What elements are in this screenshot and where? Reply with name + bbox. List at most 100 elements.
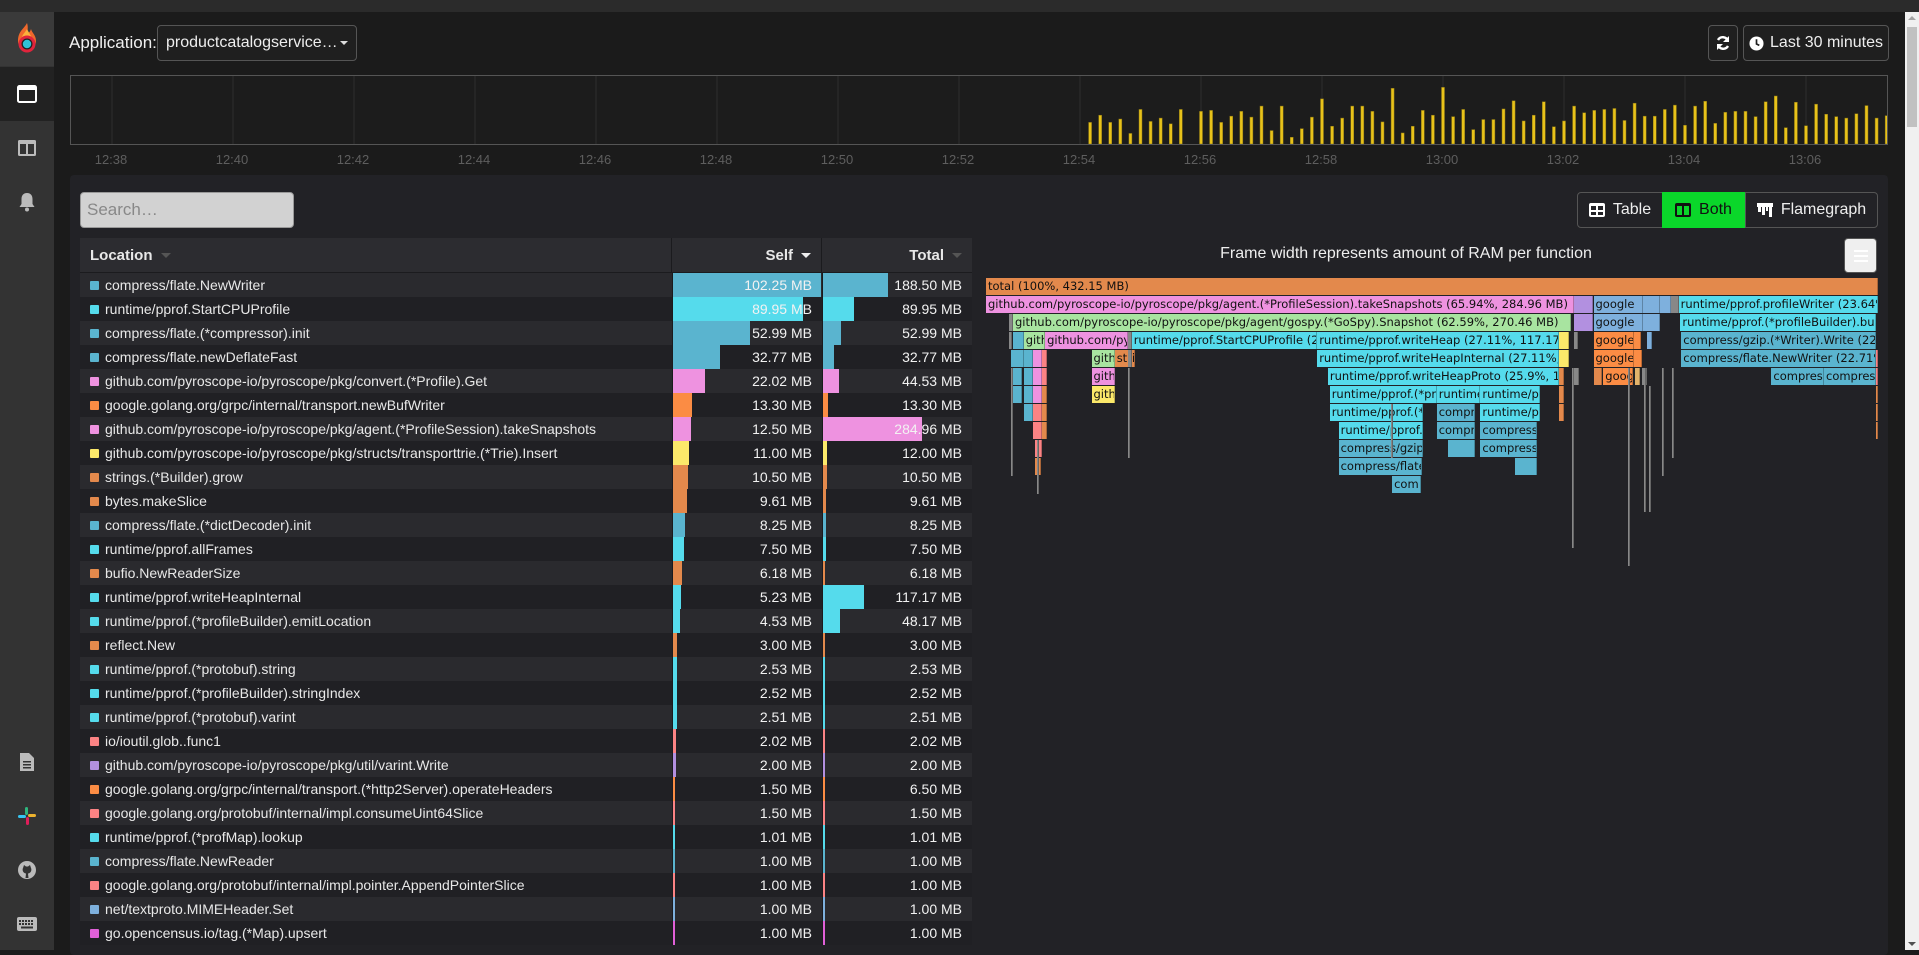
flame-frame[interactable]: total (100%, 432.15 MB) xyxy=(986,278,1878,295)
timeline-bar[interactable] xyxy=(1169,123,1173,144)
flame-frame[interactable] xyxy=(1634,368,1640,385)
flame-frame[interactable]: runtime/pprof.writeHeap (27.11%, 117.17 … xyxy=(1317,332,1559,349)
table-row[interactable]: runtime/pprof.allFrames 7.50 MB 7.50 MB xyxy=(80,537,972,561)
flame-frame-thin[interactable] xyxy=(1571,368,1574,440)
timeline-bar[interactable] xyxy=(1098,114,1102,144)
table-row[interactable]: bufio.NewReaderSize 6.18 MB 6.18 MB xyxy=(80,561,972,585)
flame-frame[interactable] xyxy=(1875,404,1878,421)
timeline-bar[interactable] xyxy=(1592,110,1596,144)
flame-frame[interactable] xyxy=(1593,368,1603,385)
flame-frame[interactable]: compress/flate.NewWriter xyxy=(1338,458,1422,475)
table-row[interactable]: go.opencensus.io/tag.(*Map).upsert 1.00 M… xyxy=(80,921,972,945)
timeline-bar[interactable] xyxy=(1733,111,1738,144)
flame-frame-thin[interactable] xyxy=(1011,368,1014,476)
timeline-bar[interactable] xyxy=(1874,117,1879,144)
view-both-button[interactable]: Both xyxy=(1662,192,1745,228)
sidebar-item-shortcuts[interactable] xyxy=(0,897,54,951)
flame-frame-thin[interactable] xyxy=(1391,404,1394,458)
timeline-bar[interactable] xyxy=(1249,116,1254,144)
table-row[interactable]: github.com/pyroscope-io/pyroscope/pkg/st… xyxy=(80,441,972,465)
flame-frame[interactable] xyxy=(1660,296,1672,313)
timeline-bar[interactable] xyxy=(1360,105,1365,144)
column-header-total[interactable]: Total xyxy=(822,238,972,272)
scroll-down-icon[interactable] xyxy=(1908,942,1916,946)
view-table-button[interactable]: Table xyxy=(1577,192,1663,228)
flame-frame[interactable] xyxy=(1032,422,1042,439)
flame-frame-thin[interactable] xyxy=(1037,440,1040,494)
scrollbar-thumb[interactable] xyxy=(1907,27,1917,127)
timeline-bar[interactable] xyxy=(1088,122,1092,144)
flame-frame[interactable]: compress/gzip.( xyxy=(1338,440,1424,457)
timeline-bar[interactable] xyxy=(1683,125,1687,144)
timeline-bar[interactable] xyxy=(1259,105,1264,144)
flame-frame-thin[interactable] xyxy=(1128,368,1131,458)
flame-frame[interactable] xyxy=(1647,332,1652,349)
page-scrollbar[interactable] xyxy=(1905,12,1919,950)
timeline-bar[interactable] xyxy=(1753,116,1758,144)
timeline-bar[interactable] xyxy=(1794,101,1798,144)
table-row[interactable]: runtime/pprof.(*protobuf).varint 2.51 MB 2… xyxy=(80,705,972,729)
flame-frame[interactable] xyxy=(1642,296,1661,313)
timeline-bar[interactable] xyxy=(1612,108,1617,144)
timeline-bar[interactable] xyxy=(1199,111,1203,144)
timeline-bar[interactable] xyxy=(1763,101,1768,144)
timeline-bar[interactable] xyxy=(1723,112,1728,144)
column-header-location[interactable]: Location xyxy=(80,238,672,272)
timeline-bar[interactable] xyxy=(1784,127,1788,144)
timeline-chart[interactable] xyxy=(70,75,1888,145)
timeline-bar[interactable] xyxy=(1713,123,1717,144)
sidebar-item-comparison-view[interactable] xyxy=(0,121,54,175)
flame-frame-thin[interactable] xyxy=(1644,368,1647,512)
sidebar-item-slack[interactable] xyxy=(0,789,54,843)
timeline-bar[interactable] xyxy=(1380,121,1385,144)
flame-frame[interactable] xyxy=(1013,386,1022,403)
view-flamegraph-button[interactable]: Flamegraph xyxy=(1745,192,1878,228)
flame-frame[interactable] xyxy=(1011,350,1024,367)
flame-frame[interactable] xyxy=(1448,440,1476,457)
flame-frame[interactable] xyxy=(1559,404,1565,421)
timeline-bar[interactable] xyxy=(1632,102,1637,144)
timeline-bar[interactable] xyxy=(1411,125,1415,144)
flame-frame[interactable]: google xyxy=(1593,296,1643,313)
timeline-bar[interactable] xyxy=(1673,104,1677,144)
timeline-bar[interactable] xyxy=(1521,120,1526,144)
flame-frame[interactable] xyxy=(1041,368,1047,385)
flame-frame[interactable] xyxy=(1041,386,1047,403)
timeline-bar[interactable] xyxy=(1844,117,1849,144)
sidebar-item-single-view[interactable] xyxy=(0,67,54,121)
flame-frame[interactable] xyxy=(1032,350,1042,367)
table-row[interactable]: net/textproto.MIMEHeader.Set 1.00 MB 1.00 … xyxy=(80,897,972,921)
timeline-bar[interactable] xyxy=(1582,112,1586,144)
flame-frame[interactable] xyxy=(1008,332,1013,349)
flame-frame[interactable]: compress xyxy=(1436,422,1476,439)
timeline-bar[interactable] xyxy=(1602,109,1607,144)
sidebar-item-alerts[interactable] xyxy=(0,175,54,229)
flame-frame[interactable] xyxy=(1032,404,1042,421)
timeline-bar[interactable] xyxy=(1269,130,1274,144)
timeline-bar[interactable] xyxy=(1128,133,1133,144)
table-row[interactable]: strings.(*Builder).grow 10.50 MB 10.50 MB xyxy=(80,465,972,489)
flame-frame[interactable]: github.com/pyroscope-io/pyroscope/pkg/ag… xyxy=(1013,314,1572,331)
timeline-bar[interactable] xyxy=(1370,111,1375,144)
flame-frame[interactable]: compress/flate xyxy=(1480,440,1538,457)
timeline-bar[interactable] xyxy=(1350,105,1354,144)
flame-frame[interactable]: stri xyxy=(1114,350,1136,367)
timeline-bar[interactable] xyxy=(1461,109,1465,144)
flame-frame[interactable] xyxy=(1008,314,1014,331)
flame-frame[interactable] xyxy=(1574,296,1594,313)
flame-frame[interactable] xyxy=(1642,314,1661,331)
timeline-bar[interactable] xyxy=(1471,129,1475,144)
flame-frame[interactable]: runtime/pprof.writeHeapProto (25.9%, 111… xyxy=(1327,368,1559,385)
timeline-bar[interactable] xyxy=(1703,101,1707,144)
flame-frame[interactable] xyxy=(1515,458,1538,475)
flame-frame[interactable]: github.com/pyroscope-io/pyroscope/pkg/co… xyxy=(1045,332,1129,349)
table-row[interactable]: compress/flate.(*compressor).init 52.99 M… xyxy=(80,321,972,345)
sidebar-item-docs[interactable] xyxy=(0,735,54,789)
refresh-button[interactable] xyxy=(1708,25,1738,61)
pyroscope-logo[interactable] xyxy=(0,12,54,66)
timeline-bar[interactable] xyxy=(1854,113,1859,144)
flame-frame[interactable] xyxy=(1032,368,1042,385)
application-select[interactable]: productcatalogservice… xyxy=(157,25,357,61)
flame-frame[interactable] xyxy=(1559,386,1565,403)
timeline-bar[interactable] xyxy=(1824,113,1828,144)
